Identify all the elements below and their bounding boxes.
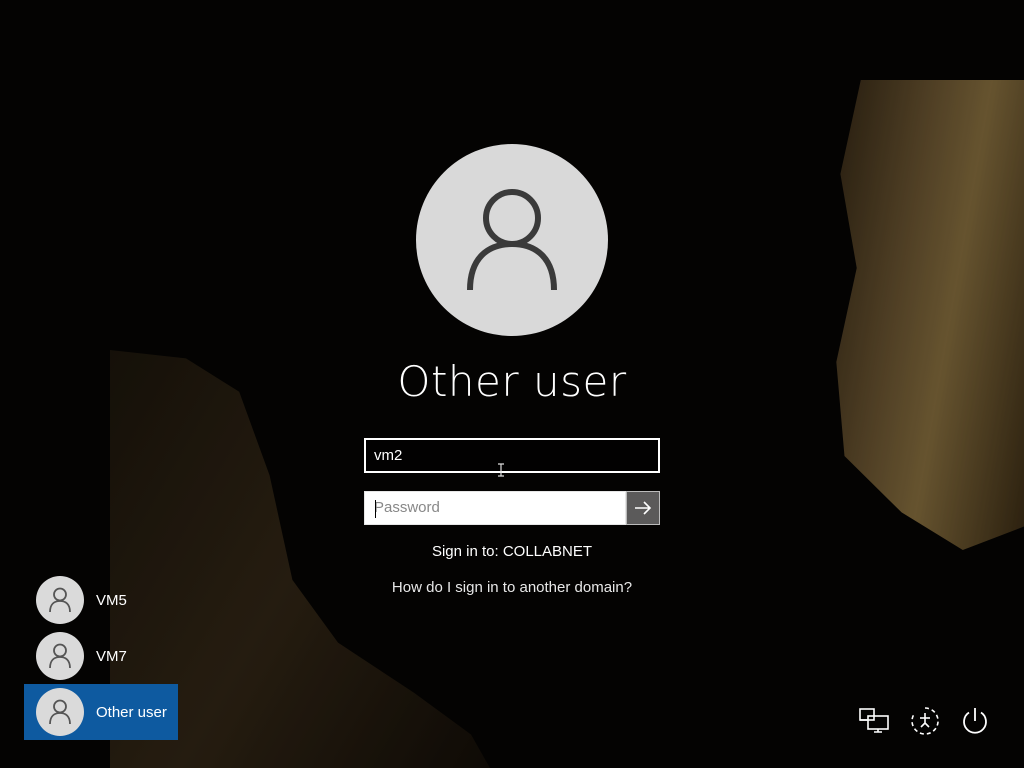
system-icons [858, 704, 992, 738]
person-icon [49, 699, 71, 725]
person-icon [49, 643, 71, 669]
user-list: VM5 VM7 Other user [24, 572, 178, 740]
user-avatar-large [416, 144, 608, 336]
avatar [36, 632, 84, 680]
another-domain-link[interactable]: How do I sign in to another domain? [312, 579, 712, 596]
user-name: VM5 [96, 591, 127, 609]
network-button[interactable] [858, 704, 892, 738]
user-name: VM7 [96, 647, 127, 665]
avatar [36, 688, 84, 736]
user-item-vm7[interactable]: VM7 [24, 628, 178, 684]
submit-button[interactable] [626, 491, 660, 525]
password-input[interactable]: Password [364, 491, 626, 525]
user-name: Other user [96, 703, 167, 721]
mouse-cursor-icon [498, 463, 504, 477]
ease-of-access-icon [911, 707, 939, 735]
user-item-other-user[interactable]: Other user [24, 684, 178, 740]
text-caret [375, 500, 376, 518]
password-placeholder: Password [374, 499, 440, 516]
username-input[interactable]: vm2 [364, 438, 660, 473]
person-icon [467, 189, 557, 291]
person-icon [49, 587, 71, 613]
user-title: Other user [397, 357, 627, 406]
power-icon [963, 708, 987, 734]
arrow-right-icon [635, 501, 652, 515]
sign-in-to-domain: Sign in to: COLLABNET [431, 543, 593, 560]
network-icon [859, 708, 889, 733]
avatar [36, 576, 84, 624]
power-button[interactable] [958, 704, 992, 738]
ease-of-access-button[interactable] [908, 704, 942, 738]
user-item-vm5[interactable]: VM5 [24, 572, 178, 628]
password-row: Password [364, 491, 660, 525]
